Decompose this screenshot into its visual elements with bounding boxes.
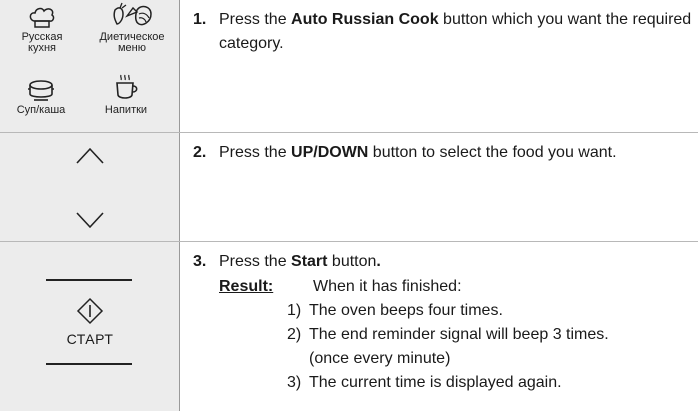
- result-item-2-cont-text: (once every minute): [309, 350, 451, 367]
- step-2-content: 2. Press the UP/DOWN button to select th…: [181, 133, 698, 241]
- start-diamond-icon[interactable]: [76, 297, 104, 325]
- start-top-divider: [46, 279, 132, 281]
- step-1-content: 1. Press the Auto Russian Cook button wh…: [181, 0, 698, 132]
- result-intro: When it has finished:: [313, 278, 462, 295]
- updown-buttons-panel: [0, 133, 180, 241]
- category-soup-label: Суп/каша: [16, 104, 66, 116]
- step-2-post: button to select the food you want.: [368, 144, 617, 161]
- chef-hat-icon: [29, 7, 55, 28]
- step-1-row: Русская кухня Диетическое меню Суп/каша: [0, 0, 698, 133]
- step-1-pre: Press the: [219, 11, 292, 28]
- start-button-panel: СТАРТ: [0, 242, 180, 411]
- result-label: Result:: [219, 278, 274, 295]
- vegetables-icon: [113, 2, 152, 26]
- result-item-3: 3) The current time is displayed again.: [287, 371, 562, 395]
- step-2-row: 2. Press the UP/DOWN button to select th…: [0, 133, 698, 242]
- step-2-button-name: UP/DOWN: [291, 144, 369, 161]
- category-buttons-panel: Русская кухня Диетическое меню Суп/каша: [0, 0, 180, 132]
- category-drinks-label: Напитки: [104, 104, 148, 116]
- step-3-button-name: Start: [291, 253, 328, 270]
- result-item-2: 2) The end reminder signal will beep 3 ti…: [287, 323, 609, 347]
- hot-cup-icon: [116, 74, 138, 99]
- start-bottom-divider: [46, 363, 132, 365]
- result-item-1: 1) The oven beeps four times.: [287, 299, 503, 323]
- step-3-content: 3. Press the Start button. Result: When …: [181, 242, 698, 411]
- chevron-up-icon[interactable]: [76, 147, 104, 165]
- category-soup-porridge[interactable]: Суп/каша: [8, 77, 74, 116]
- step-2-pre: Press the: [219, 144, 292, 161]
- step-3-row: СТАРТ 3. Press the Start button. Result:…: [0, 242, 698, 411]
- step-1-number: 1.: [193, 11, 207, 28]
- category-diet-menu[interactable]: Диетическое меню: [88, 2, 176, 54]
- result-item-1-text: The oven beeps four times.: [309, 302, 503, 319]
- result-item-1-num: 1): [287, 302, 302, 319]
- chevron-down-icon[interactable]: [76, 211, 104, 229]
- result-item-2-text: The end reminder signal will beep 3 time…: [309, 326, 609, 343]
- step-3-period: .: [376, 253, 381, 270]
- step-3-post: button: [327, 253, 377, 270]
- result-item-2-num: 2): [287, 326, 302, 343]
- result-item-3-num: 3): [287, 374, 302, 391]
- step-3-pre: Press the: [219, 253, 292, 270]
- step-2-number: 2.: [193, 144, 207, 161]
- result-item-3-text: The current time is displayed again.: [309, 374, 562, 391]
- step-1-instruction: Press the Auto Russian Cook button which…: [219, 8, 697, 56]
- category-russian-cuisine[interactable]: Русская кухня: [14, 6, 70, 54]
- category-drinks[interactable]: Напитки: [94, 73, 158, 116]
- result-item-2-cont: (once every minute): [287, 347, 450, 371]
- start-button-label[interactable]: СТАРТ: [0, 331, 180, 347]
- step-2-instruction: Press the UP/DOWN button to select the f…: [219, 141, 697, 165]
- step-1-button-name: Auto Russian Cook: [291, 11, 439, 28]
- category-russian-label-2: кухня: [28, 42, 56, 54]
- step-3-number: 3.: [193, 253, 207, 270]
- soup-pot-icon: [28, 80, 54, 101]
- step-3-instruction: Press the Start button.: [219, 250, 697, 274]
- category-diet-label-2: меню: [117, 42, 146, 54]
